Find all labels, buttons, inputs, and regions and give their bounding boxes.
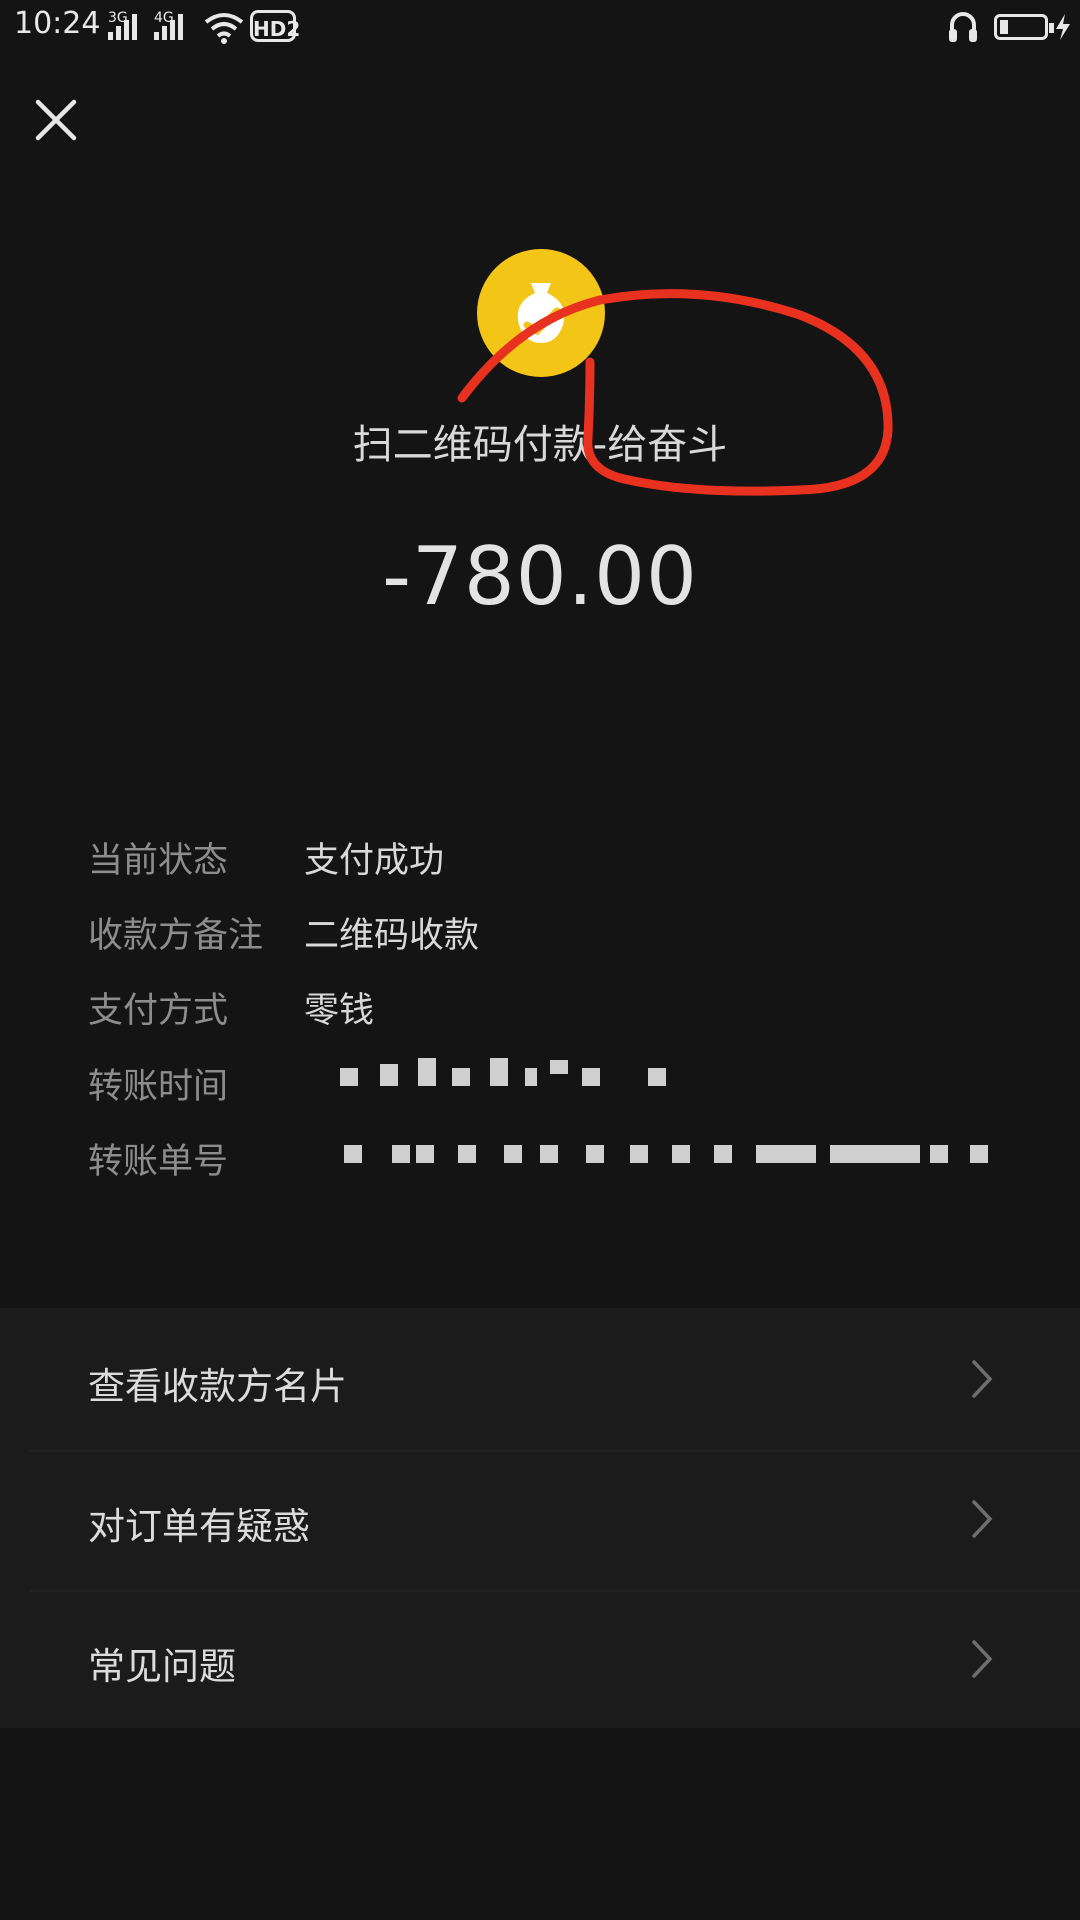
menu-item-label: 查看收款方名片 bbox=[88, 1365, 347, 1408]
chevron-right-icon bbox=[972, 1360, 993, 1398]
detail-label-transfer-number: 转账单号 bbox=[88, 1142, 229, 1182]
detail-label-transfer-time: 转账时间 bbox=[88, 1067, 229, 1107]
detail-label-status: 当前状态 bbox=[88, 841, 229, 881]
detail-label-payee-note: 收款方备注 bbox=[88, 916, 264, 956]
menu-item-label: 常见问题 bbox=[88, 1645, 236, 1688]
red-annotation-circle bbox=[457, 289, 893, 496]
detail-label-payment-method: 支付方式 bbox=[88, 991, 229, 1031]
menu-item-order-question[interactable]: 对订单有疑惑 bbox=[0, 1450, 1080, 1588]
menu-item-label: 对订单有疑惑 bbox=[88, 1505, 310, 1548]
detail-value-status: 支付成功 bbox=[304, 841, 445, 881]
chevron-right-icon bbox=[972, 1500, 993, 1538]
detail-value-payee-note: 二维码收款 bbox=[304, 916, 480, 956]
detail-value-transfer-number-redacted bbox=[300, 1135, 1020, 1177]
menu-item-faq[interactable]: 常见问题 bbox=[0, 1590, 1080, 1728]
menu-item-view-payee-card[interactable]: 查看收款方名片 bbox=[0, 1310, 1080, 1448]
payment-amount: -780.00 bbox=[382, 530, 698, 623]
chevron-right-icon bbox=[972, 1640, 993, 1678]
detail-value-payment-method: 零钱 bbox=[304, 991, 375, 1031]
detail-value-transfer-time-redacted bbox=[300, 1058, 720, 1100]
